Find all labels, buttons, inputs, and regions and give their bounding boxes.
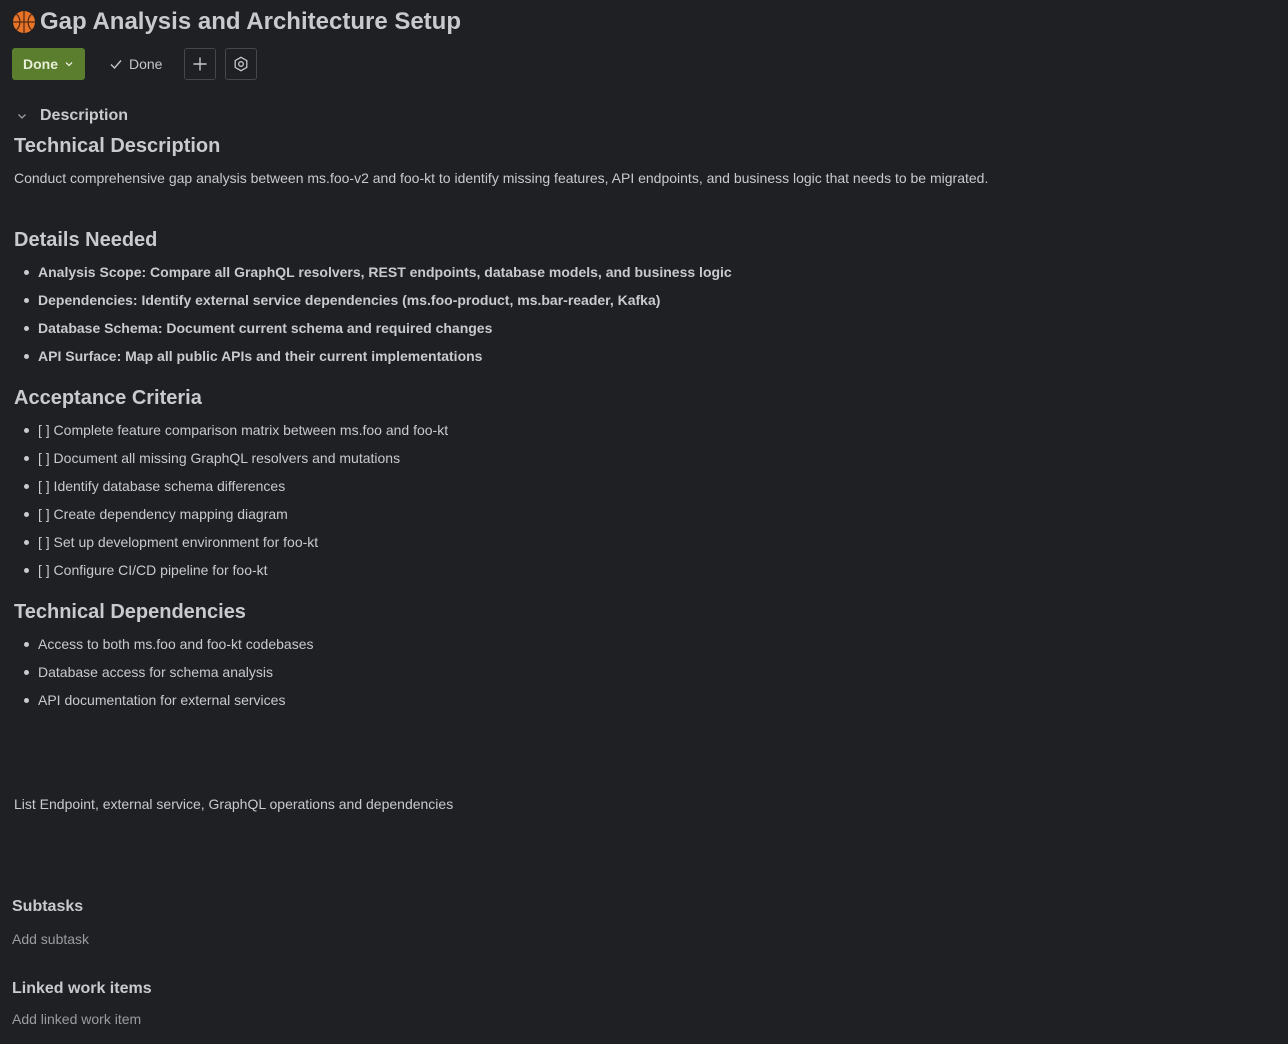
chevron-down-icon <box>65 62 73 67</box>
description-body[interactable]: Technical Description Conduct comprehens… <box>14 132 1274 814</box>
add-button[interactable] <box>184 48 217 80</box>
add-linked-work-item-button[interactable]: Add linked work item <box>12 1011 141 1027</box>
resolution-label: Done <box>129 56 163 72</box>
resolution-indicator[interactable]: Done <box>109 48 162 80</box>
list-item: API Surface: Map all public APIs and the… <box>24 346 1274 366</box>
technical-dependencies-heading: Technical Dependencies <box>14 601 246 623</box>
list-item: API documentation for external services <box>24 690 1274 710</box>
linked-work-items-heading: Linked work items <box>12 980 152 997</box>
status-label: Done <box>23 56 58 72</box>
gear-icon <box>235 56 248 72</box>
basketball-icon <box>12 10 36 34</box>
acceptance-criteria-heading: Acceptance Criteria <box>14 387 202 409</box>
list-item: Database Schema: Document current schema… <box>24 318 1274 338</box>
list-item: [ ] Configure CI/CD pipeline for foo-kt <box>24 560 1274 580</box>
status-dropdown-button[interactable]: Done <box>12 48 85 80</box>
add-subtask-button[interactable]: Add subtask <box>12 931 89 947</box>
list-item: [ ] Complete feature comparison matrix b… <box>24 420 1274 440</box>
list-item: [ ] Set up development environment for f… <box>24 532 1274 552</box>
chevron-down-icon <box>18 114 26 119</box>
technical-description-text: Conduct comprehensive gap analysis betwe… <box>14 170 989 186</box>
issue-view: Gap Analysis and Architecture Setup Done… <box>0 0 1288 1044</box>
plus-icon <box>193 57 207 71</box>
description-header: Description <box>40 107 129 124</box>
list-item: Database access for schema analysis <box>24 662 1274 682</box>
details-needed-list: Analysis Scope: Compare all GraphQL reso… <box>14 262 1274 366</box>
list-item: Access to both ms.foo and foo-kt codebas… <box>24 634 1274 654</box>
settings-button[interactable] <box>225 48 258 80</box>
issue-toolbar: Done Done <box>12 48 258 80</box>
acceptance-criteria-list: [ ] Complete feature comparison matrix b… <box>14 420 1274 580</box>
check-icon <box>110 60 122 70</box>
list-item: [ ] Document all missing GraphQL resolve… <box>24 448 1274 468</box>
issue-title[interactable]: Gap Analysis and Architecture Setup <box>40 8 461 36</box>
list-item: Dependencies: Identify external service … <box>24 290 1274 310</box>
list-item: [ ] Identify database schema differences <box>24 476 1274 496</box>
description-toggle[interactable]: Description <box>16 104 128 128</box>
list-item: [ ] Create dependency mapping diagram <box>24 504 1274 524</box>
subtasks-heading: Subtasks <box>12 898 84 915</box>
footer-note: List Endpoint, external service, GraphQL… <box>14 796 454 812</box>
technical-description-heading: Technical Description <box>14 135 221 157</box>
details-needed-heading: Details Needed <box>14 229 158 251</box>
title-row: Gap Analysis and Architecture Setup <box>12 6 461 38</box>
technical-dependencies-list: Access to both ms.foo and foo-kt codebas… <box>14 634 1274 710</box>
list-item: Analysis Scope: Compare all GraphQL reso… <box>24 262 1274 282</box>
